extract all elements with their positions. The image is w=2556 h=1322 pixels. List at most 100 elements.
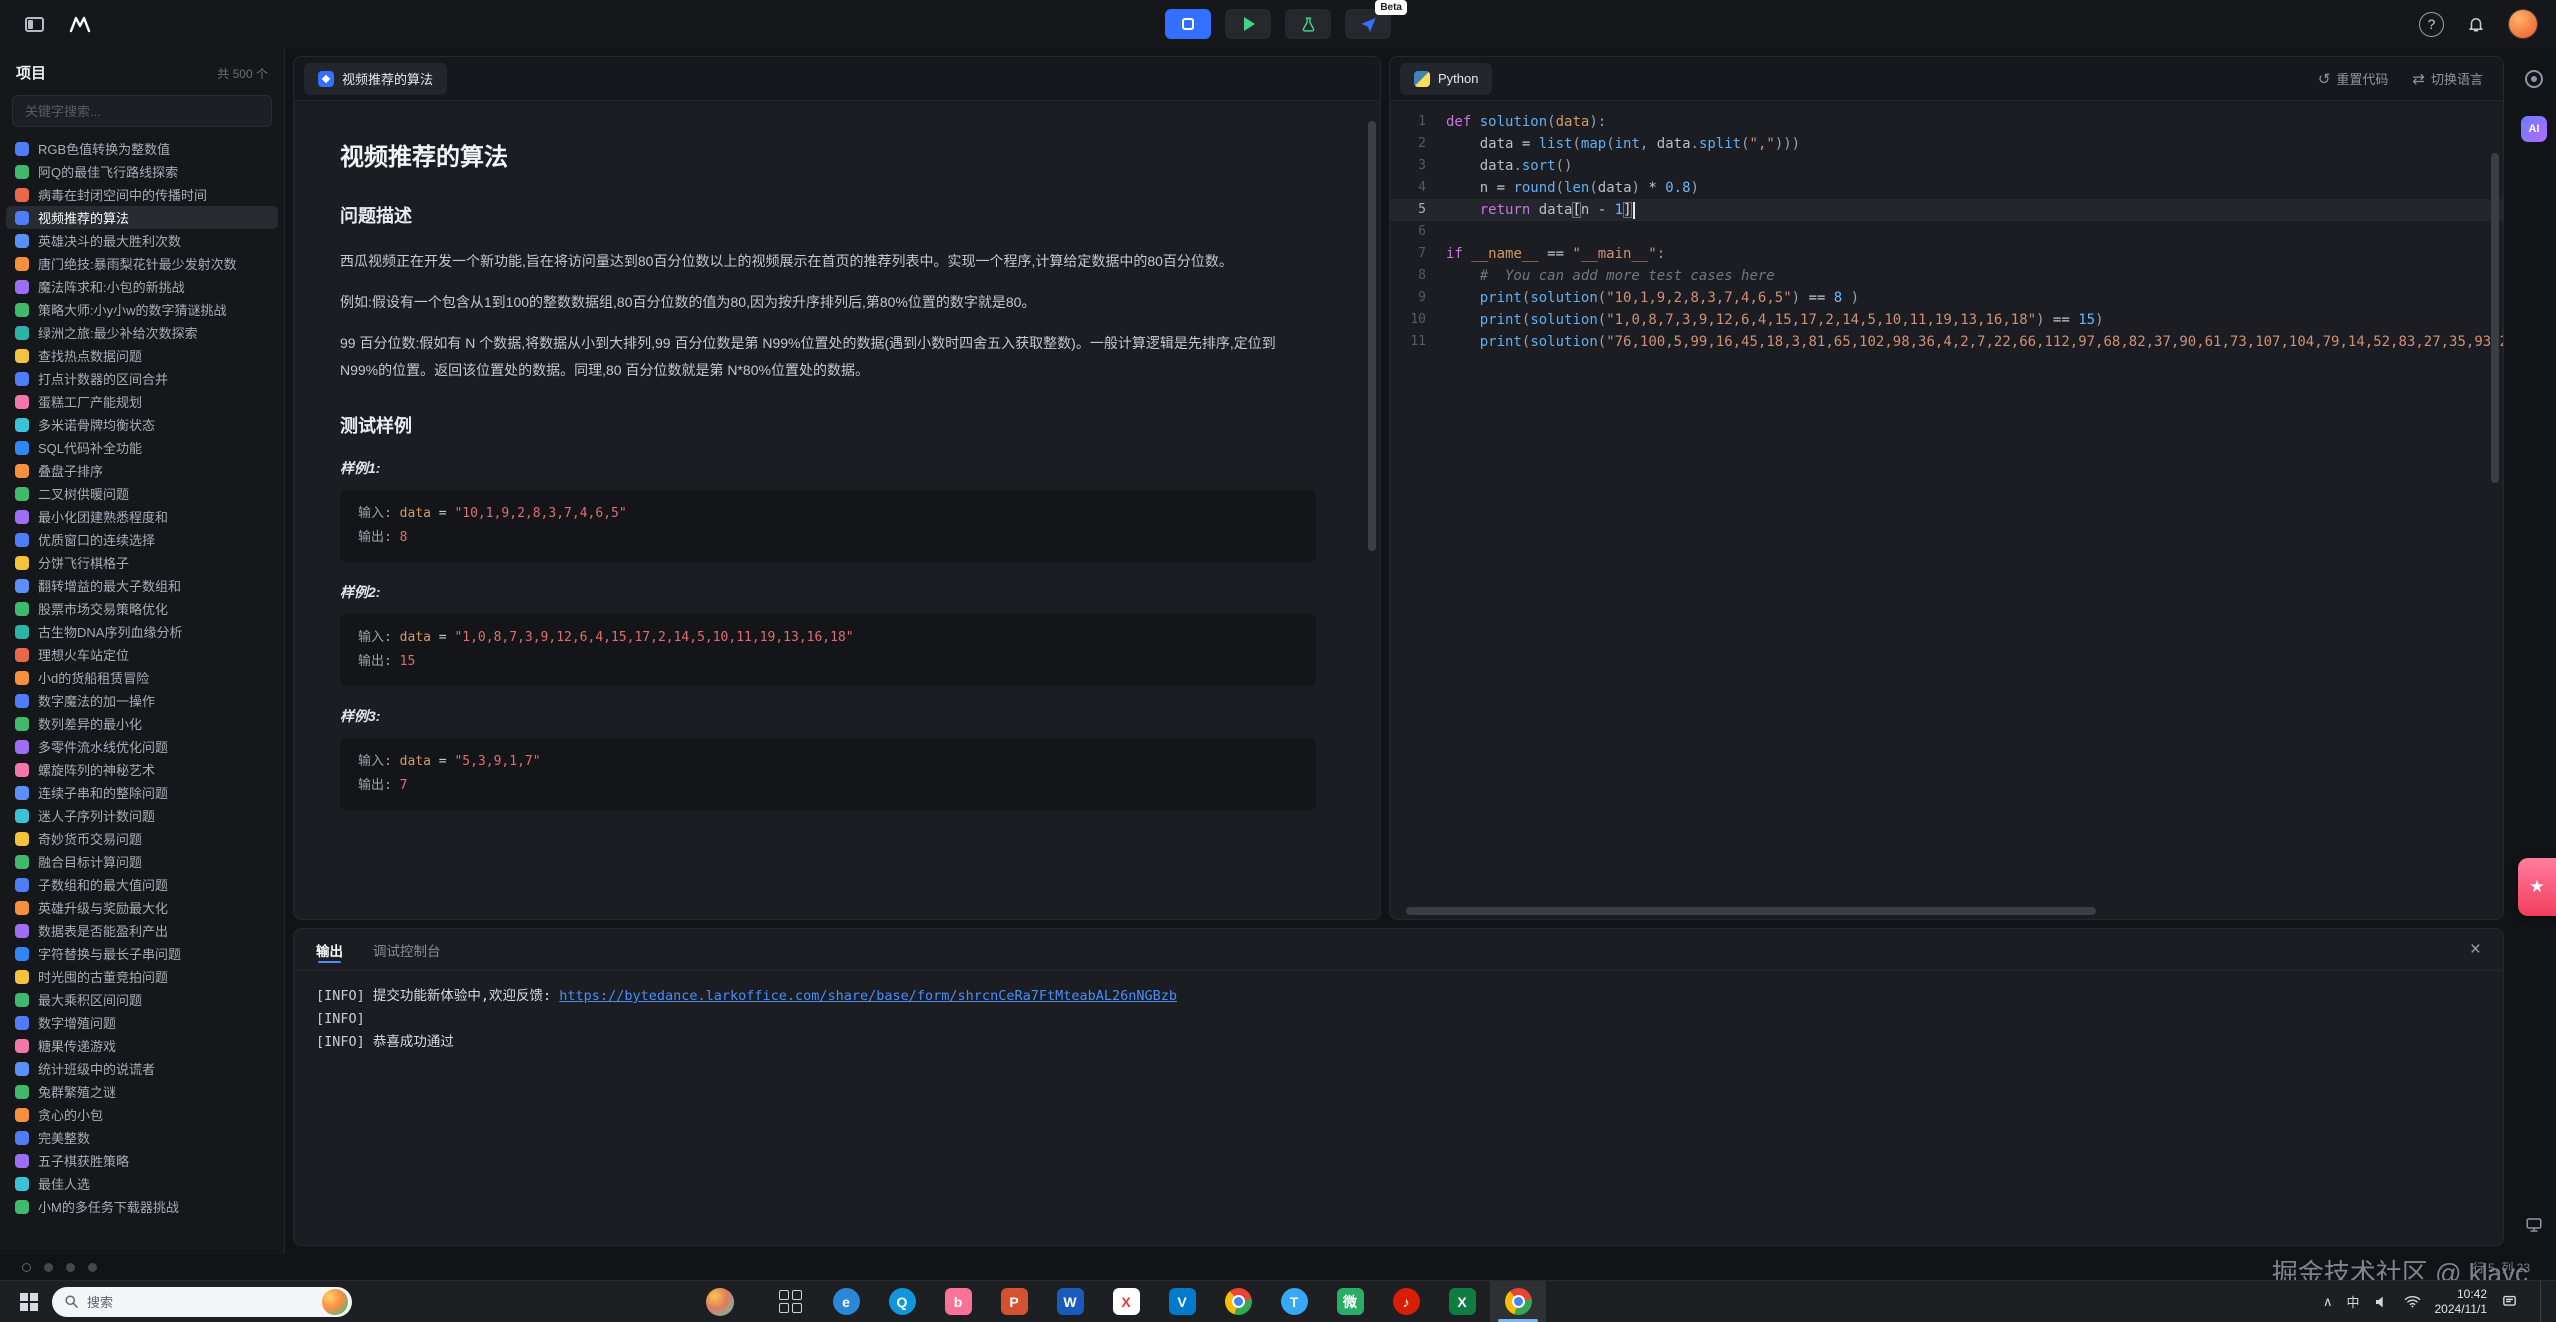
sidebar-item[interactable]: 绿洲之旅:最少补给次数探索 [6,321,278,344]
sidebar-item[interactable]: 兔群繁殖之谜 [6,1080,278,1103]
sidebar-item[interactable]: 打点计数器的区间合并 [6,367,278,390]
description-scrollbar[interactable] [1368,121,1376,551]
code-line[interactable]: 5 return data[n - 1] [1390,199,2503,221]
promo-floating-button[interactable]: ★ [2518,858,2556,916]
code-line[interactable]: 2 data = list(map(int, data.split(","))) [1390,133,2503,155]
sidebar-item[interactable]: 数列差异的最小化 [6,712,278,735]
submit-button[interactable]: Beta [1345,9,1391,39]
help-button[interactable]: ? [2419,12,2444,37]
sidebar-item[interactable]: 统计班级中的说谎者 [6,1057,278,1080]
sidebar-item[interactable]: 最大乘积区间问题 [6,988,278,1011]
code-line[interactable]: 1def solution(data): [1390,111,2503,133]
edge-browser-taskbar-icon[interactable]: e [818,1281,874,1322]
sidebar-item[interactable]: RGB色值转换为整数值 [6,137,278,160]
profile-image-taskbar-icon[interactable] [692,1281,748,1322]
code-line[interactable]: 10 print(solution("1,0,8,7,3,9,12,6,4,15… [1390,309,2503,331]
editor-vertical-scrollbar[interactable] [2491,153,2499,483]
sidebar-item[interactable]: 连续子串和的整除问题 [6,781,278,804]
action-center-icon[interactable] [2501,1293,2518,1310]
task-view-taskbar-icon[interactable] [762,1281,818,1322]
code-line[interactable]: 9 print(solution("10,1,9,2,8,3,7,4,6,5")… [1390,287,2503,309]
sidebar-item[interactable]: 股票市场交易策略优化 [6,597,278,620]
notifications-button[interactable] [2460,8,2492,40]
user-avatar[interactable] [2508,9,2538,39]
tim-taskbar-icon[interactable]: T [1266,1281,1322,1322]
app-logo[interactable] [64,8,96,40]
sidebar-item[interactable]: 奇妙货币交易问题 [6,827,278,850]
sidebar-item[interactable]: 英雄决斗的最大胜利次数 [6,229,278,252]
chrome-taskbar-icon[interactable] [1210,1281,1266,1322]
sidebar-item[interactable]: 二叉树供暖问题 [6,482,278,505]
sidebar-item[interactable]: 数字增殖问题 [6,1011,278,1034]
qq-taskbar-icon[interactable]: Q [874,1281,930,1322]
excel-taskbar-icon[interactable]: X [1434,1281,1490,1322]
sidebar-item[interactable]: 完美整数 [6,1126,278,1149]
sidebar-item[interactable]: 多米诺骨牌均衡状态 [6,413,278,436]
sidebar-item[interactable]: 策略大师:小y小w的数字猜谜挑战 [6,298,278,321]
search-input[interactable] [12,95,272,127]
start-button[interactable] [6,1281,52,1322]
ime-indicator[interactable]: 中 [2346,1292,2359,1311]
sidebar-item[interactable]: 优质窗口的连续选择 [6,528,278,551]
sidebar-item[interactable]: 五子棋获胜策略 [6,1149,278,1172]
sidebar-item[interactable]: 理想火车站定位 [6,643,278,666]
tab-problem[interactable]: 视频推荐的算法 [304,63,447,95]
sidebar-item[interactable]: 阿Q的最佳飞行路线探索 [6,160,278,183]
code-line[interactable]: 3 data.sort() [1390,155,2503,177]
vscode-taskbar-icon[interactable]: V [1154,1281,1210,1322]
sidebar-item[interactable]: 螺旋阵列的神秘艺术 [6,758,278,781]
sidebar-item[interactable]: 时光囤的古董竞拍问题 [6,965,278,988]
tray-expand-button[interactable]: ∧ [2323,1294,2333,1310]
sidebar-item[interactable]: 分饼飞行棋格子 [6,551,278,574]
sidebar-item[interactable]: 字符替换与最长子串问题 [6,942,278,965]
sidebar-item[interactable]: SQL代码补全功能 [6,436,278,459]
code-line[interactable]: 11 print(solution("76,100,5,99,16,45,18,… [1390,331,2503,353]
wechat-taskbar-icon[interactable]: 微 [1322,1281,1378,1322]
bilibili-taskbar-icon[interactable]: b [930,1281,986,1322]
code-line[interactable]: 6 [1390,221,2503,243]
sidebar-item[interactable]: 多零件流水线优化问题 [6,735,278,758]
sidebar-item[interactable]: 英雄升级与奖励最大化 [6,896,278,919]
chrome-active-taskbar-icon[interactable] [1490,1281,1546,1322]
run-button[interactable] [1225,9,1271,39]
code-editor[interactable]: 1def solution(data):2 data = list(map(in… [1390,101,2503,919]
word-taskbar-icon[interactable]: W [1042,1281,1098,1322]
editor-horizontal-scrollbar[interactable] [1406,907,2096,915]
sidebar-item[interactable]: 小d的货船租赁冒险 [6,666,278,689]
reset-code-button[interactable]: ↺ 重置代码 [2318,69,2389,88]
sidebar-item[interactable]: 视频推荐的算法 [6,206,278,229]
switch-language-button[interactable]: ⇄ 切换语言 [2412,69,2483,88]
sidebar-item[interactable]: 糖果传递游戏 [6,1034,278,1057]
sidebar-item[interactable]: 子数组和的最大值问题 [6,873,278,896]
tab-debug-console[interactable]: 调试控制台 [373,929,441,970]
sidebar-item[interactable]: 最小化团建熟悉程度和 [6,505,278,528]
sidebar-item[interactable]: 迷人子序列计数问题 [6,804,278,827]
volume-icon[interactable] [2374,1294,2390,1310]
code-line[interactable]: 8 # You can add more test cases here [1390,265,2503,287]
sidebar-item[interactable]: 贪心的小包 [6,1103,278,1126]
code-line[interactable]: 4 n = round(len(data) * 0.8) [1390,177,2503,199]
wifi-icon[interactable] [2404,1293,2421,1310]
show-desktop-button[interactable] [2540,1281,2546,1322]
sidebar-toggle-button[interactable] [18,8,50,40]
sidebar-item[interactable]: 数字魔法的加一操作 [6,689,278,712]
sidebar-item[interactable]: 数据表是否能盈利产出 [6,919,278,942]
log-link[interactable]: https://bytedance.larkoffice.com/share/b… [559,988,1177,1004]
test-button[interactable] [1285,9,1331,39]
sidebar-item[interactable]: 翻转增益的最大子数组和 [6,574,278,597]
netease-music-taskbar-icon[interactable]: ♪ [1378,1281,1434,1322]
sidebar-item[interactable]: 古生物DNA序列血缘分析 [6,620,278,643]
sidebar-item[interactable]: 唐门绝技:暴雨梨花针最少发射次数 [6,252,278,275]
sidebar-item[interactable]: 最佳人选 [6,1172,278,1195]
sidebar-item[interactable]: 查找热点数据问题 [6,344,278,367]
sidebar-item[interactable]: 叠盘子排序 [6,459,278,482]
sidebar-item[interactable]: 魔法阵求和:小包的新挑战 [6,275,278,298]
taskbar-clock[interactable]: 10:42 2024/11/1 [2435,1287,2488,1317]
close-output-button[interactable]: × [2470,940,2481,959]
tab-output[interactable]: 输出 [316,929,343,970]
sidebar-item[interactable]: 蛋糕工厂产能规划 [6,390,278,413]
sidebar-item[interactable]: 小M的多任务下载器挑战 [6,1195,278,1218]
sidebar-item[interactable]: 病毒在封闭空间中的传播时间 [6,183,278,206]
taskbar-search[interactable]: 搜索 [52,1287,352,1317]
preview-button[interactable] [2519,1210,2549,1240]
